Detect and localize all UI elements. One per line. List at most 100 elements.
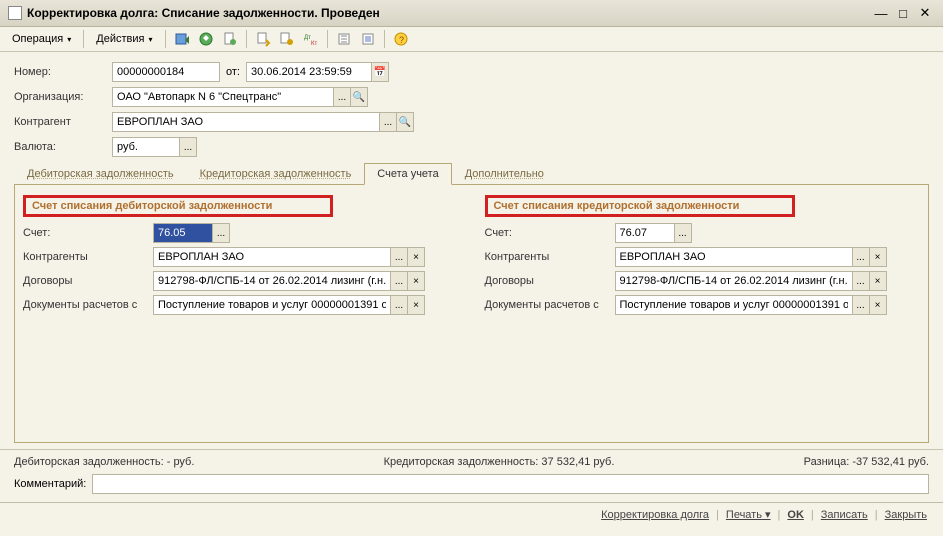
goto-icon[interactable] [277, 29, 297, 49]
credit-calcdocs-input[interactable] [615, 295, 853, 315]
save-button[interactable]: Записать [817, 509, 872, 521]
agent-input[interactable] [112, 112, 380, 132]
post-icon[interactable] [172, 29, 192, 49]
number-row: Номер: от: 📅 [14, 62, 929, 82]
org-input[interactable] [112, 87, 334, 107]
actions-menu[interactable]: Действия [90, 30, 158, 48]
comment-label: Комментарий: [14, 478, 86, 490]
toolbar-separator [246, 30, 247, 48]
list-icon[interactable] [358, 29, 378, 49]
help-icon[interactable]: ? [391, 29, 411, 49]
agent-row: Контрагент ... 🔍 [14, 112, 929, 132]
clear-button[interactable]: × [407, 295, 425, 315]
select-button[interactable]: ... [379, 112, 397, 132]
credit-legend: Счет списания кредиторской задолженности [485, 195, 795, 217]
debit-account-label: Счет: [23, 227, 153, 239]
tab-credit[interactable]: Кредиторская задолженность [187, 163, 365, 184]
debit-calcdocs-input[interactable] [153, 295, 391, 315]
clear-button[interactable]: × [869, 295, 887, 315]
select-button[interactable]: ... [212, 223, 230, 243]
svg-text:Кт: Кт [311, 41, 317, 47]
footer-title-link[interactable]: Корректировка долга [597, 509, 713, 521]
tab-extra[interactable]: Дополнительно [452, 163, 557, 184]
credit-fieldset: Счет списания кредиторской задолженности… [485, 195, 921, 432]
title-bar: Корректировка долга: Списание задолженно… [0, 0, 943, 27]
svg-text:?: ? [399, 35, 404, 45]
bottom-panel: Дебиторская задолженность: - руб. Кредит… [0, 449, 943, 494]
credit-contracts-input[interactable] [615, 271, 853, 291]
credit-agents-label: Контрагенты [485, 251, 615, 263]
clear-button[interactable]: × [407, 271, 425, 291]
from-label: от: [226, 66, 240, 78]
credit-agents-input[interactable] [615, 247, 853, 267]
operation-menu[interactable]: Операция [6, 30, 77, 48]
summary-row: Дебиторская задолженность: - руб. Кредит… [14, 456, 929, 468]
select-button[interactable]: ... [390, 271, 408, 291]
select-button[interactable]: ... [852, 271, 870, 291]
toolbar-separator [83, 30, 84, 48]
tab-debit[interactable]: Дебиторская задолженность [14, 163, 187, 184]
select-button[interactable]: ... [390, 247, 408, 267]
settings-icon[interactable] [334, 29, 354, 49]
summary-debit: Дебиторская задолженность: - руб. [14, 456, 194, 468]
comment-input[interactable] [92, 474, 929, 494]
maximize-button[interactable]: □ [893, 5, 913, 21]
toolbar: Операция Действия ДтКт ? [0, 27, 943, 52]
number-label: Номер: [14, 66, 112, 78]
select-button[interactable]: ... [333, 87, 351, 107]
app-icon [8, 6, 22, 20]
basedon-icon[interactable] [253, 29, 273, 49]
org-row: Организация: ... 🔍 [14, 87, 929, 107]
credit-calcdocs-label: Документы расчетов с [485, 299, 615, 311]
select-button[interactable]: ... [390, 295, 408, 315]
select-button[interactable]: ... [852, 247, 870, 267]
debit-legend: Счет списания дебиторской задолженности [23, 195, 333, 217]
window-title: Корректировка долга: Списание задолженно… [27, 6, 380, 20]
currency-label: Валюта: [14, 141, 112, 153]
debit-calcdocs-label: Документы расчетов с [23, 299, 153, 311]
summary-diff: Разница: -37 532,41 руб. [804, 456, 929, 468]
close-window-button[interactable]: ✕ [915, 5, 935, 21]
org-label: Организация: [14, 91, 112, 103]
debit-agents-input[interactable] [153, 247, 391, 267]
currency-row: Валюта: ... [14, 137, 929, 157]
credit-account-label: Счет: [485, 227, 615, 239]
debit-account-input[interactable] [153, 223, 213, 243]
search-icon[interactable]: 🔍 [396, 112, 414, 132]
toolbar-separator [165, 30, 166, 48]
clear-button[interactable]: × [869, 247, 887, 267]
currency-input[interactable] [112, 137, 180, 157]
debit-contracts-label: Договоры [23, 275, 153, 287]
ok-button[interactable]: OK [783, 509, 808, 521]
select-button[interactable]: ... [179, 137, 197, 157]
credit-account-input[interactable] [615, 223, 675, 243]
clear-button[interactable]: × [407, 247, 425, 267]
calendar-icon[interactable]: 📅 [371, 62, 389, 82]
close-button[interactable]: Закрыть [881, 509, 931, 521]
tab-bar: Дебиторская задолженность Кредиторская з… [14, 163, 929, 185]
select-button[interactable]: ... [852, 295, 870, 315]
debit-fieldset: Счет списания дебиторской задолженности … [23, 195, 459, 432]
refresh-icon[interactable] [220, 29, 240, 49]
debit-contracts-input[interactable] [153, 271, 391, 291]
select-button[interactable]: ... [674, 223, 692, 243]
svg-text:Дт: Дт [304, 35, 311, 41]
window-title-wrap: Корректировка долга: Списание задолженно… [8, 6, 380, 20]
tab-accounts[interactable]: Счета учета [364, 163, 451, 185]
comment-row: Комментарий: [14, 474, 929, 494]
movement-icon[interactable]: ДтКт [301, 29, 321, 49]
search-icon[interactable]: 🔍 [350, 87, 368, 107]
agent-label: Контрагент [14, 116, 112, 128]
credit-contracts-label: Договоры [485, 275, 615, 287]
number-input[interactable] [112, 62, 220, 82]
window-controls: — □ ✕ [871, 5, 935, 21]
footer: Корректировка долга | Печать ▾ | OK | За… [0, 502, 943, 526]
clear-button[interactable]: × [869, 271, 887, 291]
minimize-button[interactable]: — [871, 5, 891, 21]
toolbar-separator [384, 30, 385, 48]
print-button[interactable]: Печать ▾ [722, 508, 775, 521]
summary-credit: Кредиторская задолженность: 37 532,41 ру… [384, 456, 615, 468]
tab-content: Счет списания дебиторской задолженности … [14, 185, 929, 443]
save-icon[interactable] [196, 29, 216, 49]
date-input[interactable] [246, 62, 372, 82]
